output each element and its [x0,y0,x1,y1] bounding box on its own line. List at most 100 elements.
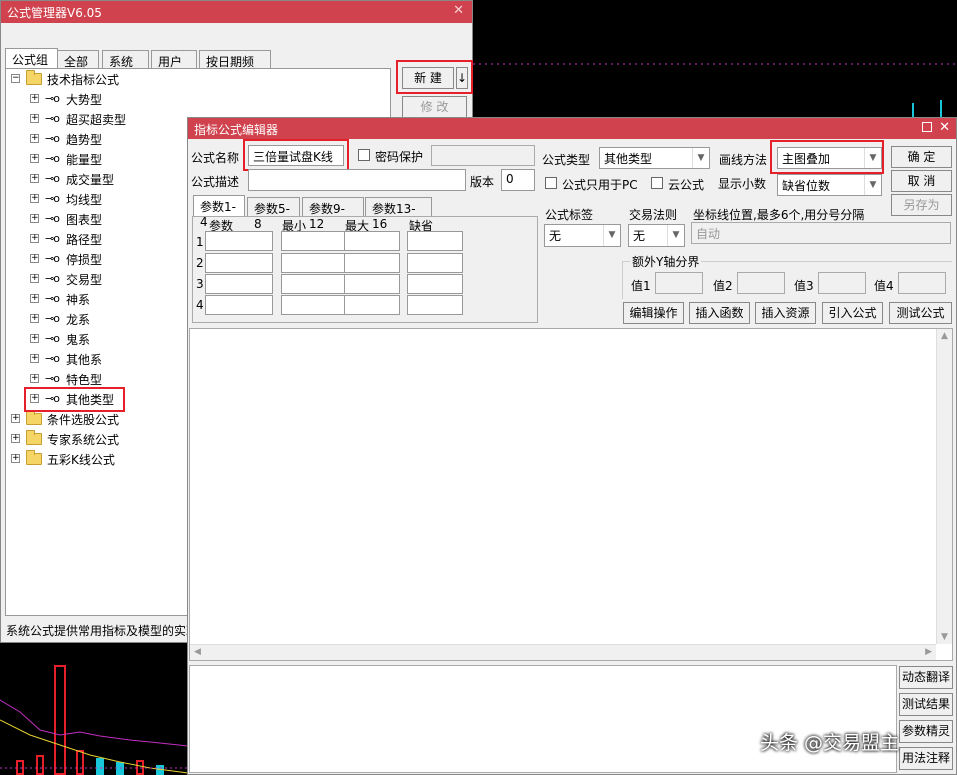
expand-icon[interactable]: + [30,194,39,203]
param-cell[interactable] [205,274,273,294]
expand-icon[interactable]: + [30,254,39,263]
expand-icon[interactable]: + [30,114,39,123]
tab-all[interactable]: 全部 [57,50,99,69]
tree-label: 五彩K线公式 [47,453,115,467]
param-cell[interactable] [344,253,400,273]
insert-resource-button[interactable]: 插入资源 [755,302,816,324]
draw-method-label: 画线方法 [719,153,768,167]
value-input[interactable] [655,272,703,294]
expand-icon[interactable]: + [30,374,39,383]
expand-icon[interactable]: + [30,274,39,283]
tab-by-date-frequency[interactable]: 按日期频度 [199,50,271,86]
expand-icon[interactable]: + [30,294,39,303]
formula-code-editor[interactable]: ▲ ▼ ◀ ▶ [189,328,953,661]
new-button[interactable]: 新 建 [402,67,454,89]
decimal-select[interactable]: 缺省位数 ▼ [777,174,882,196]
param-cell[interactable] [205,295,273,315]
param-cell[interactable] [407,295,463,315]
draw-method-select[interactable]: 主图叠加 ▼ [777,147,882,169]
value-input[interactable] [818,272,866,294]
tab-params-1-4[interactable]: 参数1-4 [193,195,245,229]
tab-params-5-8[interactable]: 参数5-8 [247,197,300,231]
scroll-left-icon[interactable]: ◀ [194,647,201,657]
dynamic-translate-button[interactable]: 动态翻译 [899,666,953,689]
formula-desc-input[interactable] [248,169,466,191]
saveas-button[interactable]: 另存为 [891,194,952,216]
param-cell[interactable] [407,253,463,273]
value-label: 值3 [794,279,814,293]
formula-name-input[interactable]: 三倍量试盘K线 [248,145,344,166]
param-cell[interactable] [281,274,349,294]
vertical-scrollbar[interactable]: ▲ ▼ [936,329,952,644]
expand-icon[interactable]: + [11,454,20,463]
expand-icon[interactable]: + [30,214,39,223]
tree-item[interactable]: + ⊸o 大势型 [6,90,386,108]
pc-only-label: 公式只用于PC [562,178,638,192]
param-cell[interactable] [344,295,400,315]
usage-notes-button[interactable]: 用法注释 [899,747,953,770]
param-cell[interactable] [281,295,349,315]
param-cell[interactable] [281,253,349,273]
tab-user[interactable]: 用户 [151,50,197,69]
message-area[interactable] [189,665,897,773]
password-input[interactable] [431,145,535,166]
import-formula-button[interactable]: 引入公式 [822,302,883,324]
ok-button[interactable]: 确 定 [891,146,952,168]
expand-icon[interactable]: + [30,394,39,403]
expand-icon[interactable]: + [30,94,39,103]
cloud-checkbox[interactable] [651,177,663,189]
param-cell[interactable] [344,231,400,251]
param-cell[interactable] [281,231,349,251]
test-result-button[interactable]: 测试结果 [899,693,953,716]
scroll-down-icon[interactable]: ▼ [941,632,948,642]
collapse-icon[interactable]: − [11,74,20,83]
expand-icon[interactable]: + [11,414,20,423]
formula-key-icon: ⊸o [45,332,60,345]
formula-type-select[interactable]: 其他类型 ▼ [599,147,710,169]
edit-operation-button[interactable]: 编辑操作 [623,302,684,324]
horizontal-scrollbar[interactable]: ◀ ▶ [190,644,936,660]
expand-icon[interactable]: + [30,154,39,163]
formula-key-icon: ⊸o [45,232,60,245]
expand-icon[interactable]: + [30,134,39,143]
chevron-down-icon: ▼ [667,225,684,246]
tag-select[interactable]: 无 ▼ [544,224,621,247]
new-dropdown-button[interactable]: ↓ [456,67,468,89]
close-icon[interactable]: ✕ [453,3,464,18]
value-input[interactable] [737,272,785,294]
expand-icon[interactable]: + [30,234,39,243]
expand-icon[interactable]: + [11,434,20,443]
modify-button[interactable]: 修 改 [402,96,467,118]
rule-select[interactable]: 无 ▼ [628,224,685,247]
value-input[interactable] [898,272,946,294]
insert-function-button[interactable]: 插入函数 [689,302,750,324]
expand-icon[interactable]: + [30,354,39,363]
tab-system[interactable]: 系统 [102,50,149,69]
param-cell[interactable] [407,274,463,294]
scroll-up-icon[interactable]: ▲ [941,331,948,341]
param-cell[interactable] [205,231,273,251]
tab-params-9-12[interactable]: 参数9-12 [302,197,364,231]
row-number: 3 [196,277,204,291]
formula-key-icon: ⊸o [45,392,60,405]
coord-label: 坐标线位置,最多6个,用分号分隔 [693,208,865,222]
tab-params-13-16[interactable]: 参数13-16 [365,197,432,231]
version-input[interactable]: 0 [501,169,535,191]
param-cell[interactable] [205,253,273,273]
tree-folder[interactable]: − 技术指标公式 [6,70,386,88]
param-wizard-button[interactable]: 参数精灵 [899,720,953,743]
expand-icon[interactable]: + [30,174,39,183]
expand-icon[interactable]: + [30,334,39,343]
test-formula-button[interactable]: 测试公式 [889,302,952,324]
password-checkbox[interactable] [358,149,370,161]
expand-icon[interactable]: + [30,314,39,323]
scroll-right-icon[interactable]: ▶ [925,647,932,657]
tab-formula-group[interactable]: 公式组 [5,48,58,69]
cancel-button[interactable]: 取 消 [891,170,952,192]
maximize-icon[interactable] [922,122,932,132]
param-cell[interactable] [407,231,463,251]
coord-input[interactable]: 自动 [691,222,951,244]
pc-only-checkbox[interactable] [545,177,557,189]
param-cell[interactable] [344,274,400,294]
close-icon[interactable]: ✕ [939,120,950,135]
